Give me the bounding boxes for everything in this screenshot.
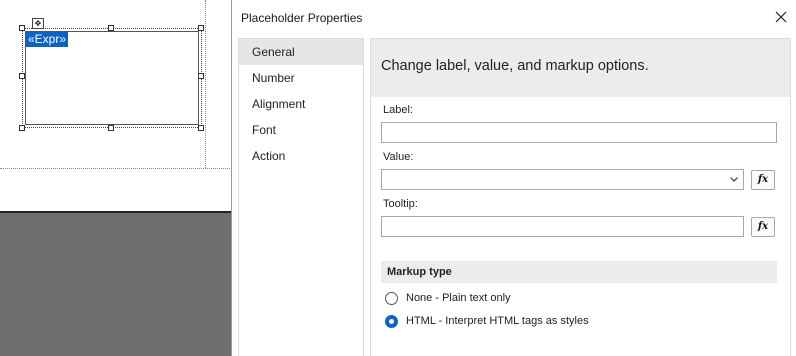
- close-icon: [775, 11, 787, 23]
- resize-handle-top[interactable]: [108, 25, 114, 31]
- value-expression-button[interactable]: fx: [751, 170, 775, 190]
- dialog-title: Placeholder Properties: [241, 11, 363, 25]
- nav-item-general[interactable]: General: [239, 39, 363, 65]
- resize-handle-left[interactable]: [19, 73, 25, 79]
- resize-handle-top-right[interactable]: [198, 25, 204, 31]
- value-field-label: Value:: [383, 151, 414, 163]
- nav-item-alignment[interactable]: Alignment: [239, 91, 363, 117]
- chevron-down-icon: [730, 177, 738, 182]
- close-button[interactable]: [772, 8, 790, 26]
- label-input[interactable]: [381, 122, 777, 143]
- nav-item-action[interactable]: Action: [239, 143, 363, 169]
- dialog-titlebar[interactable]: Placeholder Properties: [232, 0, 796, 35]
- move-handle-icon[interactable]: ✥: [32, 18, 44, 29]
- tooltip-expression-button[interactable]: fx: [751, 217, 775, 237]
- markup-option-html-label: HTML - Interpret HTML tags as styles: [406, 315, 589, 327]
- general-panel: Change label, value, and markup options.…: [370, 38, 791, 356]
- expression-placeholder[interactable]: «Expr»: [26, 32, 69, 47]
- markup-option-none-label: None - Plain text only: [406, 292, 511, 304]
- markup-type-section: Markup type: [381, 261, 777, 283]
- markup-option-none[interactable]: None - Plain text only: [385, 290, 511, 306]
- markup-option-html[interactable]: HTML - Interpret HTML tags as styles: [385, 313, 589, 329]
- value-combobox[interactable]: [381, 169, 744, 190]
- resize-handle-bottom-right[interactable]: [198, 125, 204, 131]
- resize-handle-bottom-left[interactable]: [19, 125, 25, 131]
- resize-handle-bottom[interactable]: [108, 125, 114, 131]
- tooltip-field-label: Tooltip:: [383, 198, 418, 210]
- radio-none[interactable]: [385, 291, 398, 305]
- nav-item-font[interactable]: Font: [239, 117, 363, 143]
- label-field-label: Label:: [383, 104, 413, 116]
- resize-handle-top-left[interactable]: [19, 25, 25, 31]
- page-guide-horizontal: [0, 168, 236, 169]
- placeholder-properties-dialog: Placeholder Properties General Number Al…: [231, 0, 796, 356]
- resize-handle-right[interactable]: [198, 73, 204, 79]
- dialog-nav: General Number Alignment Font Action: [238, 38, 364, 356]
- markup-type-title: Markup type: [387, 266, 452, 278]
- radio-html[interactable]: [385, 314, 398, 328]
- panel-header-text: Change label, value, and markup options.: [381, 58, 649, 74]
- panel-header: Change label, value, and markup options.: [371, 39, 790, 97]
- page-guide-vertical: [205, 0, 206, 168]
- tooltip-input[interactable]: [381, 216, 744, 237]
- nav-item-number[interactable]: Number: [239, 65, 363, 91]
